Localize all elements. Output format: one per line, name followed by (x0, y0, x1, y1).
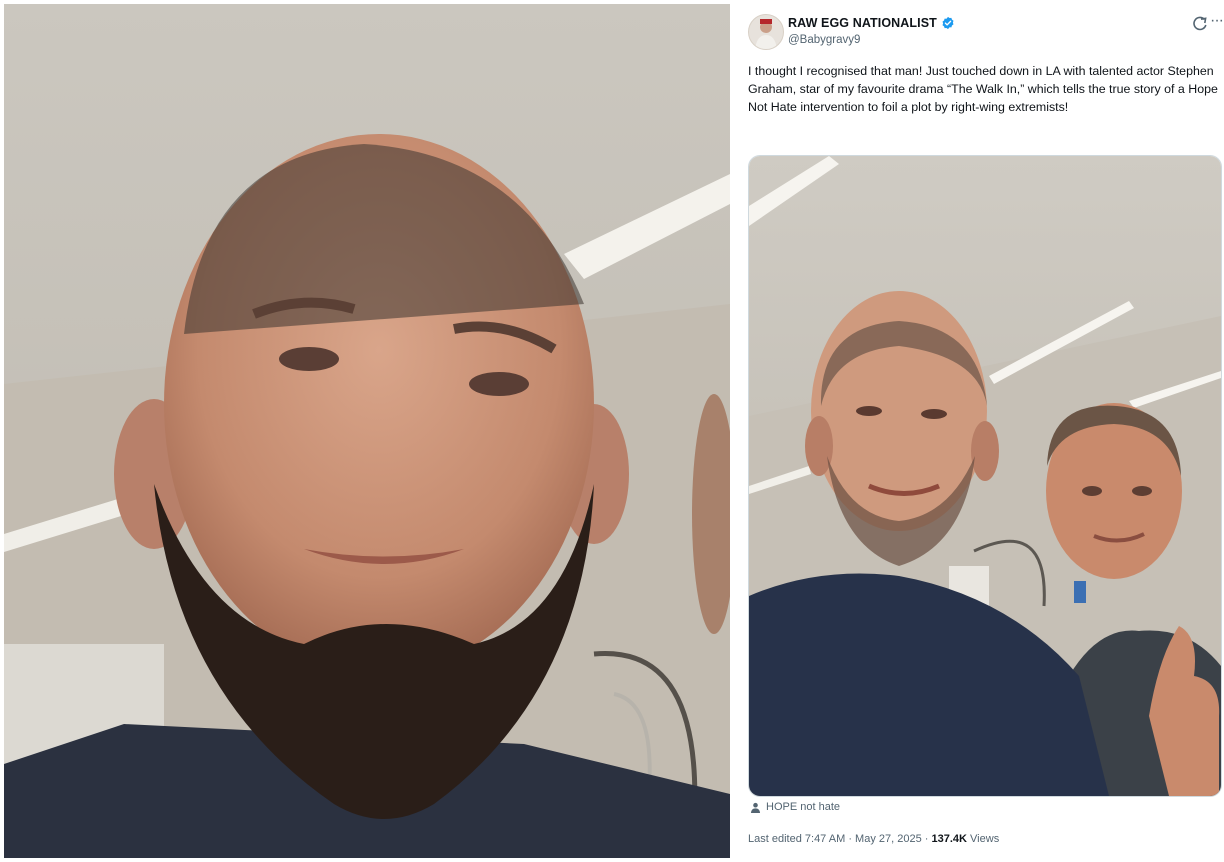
edited-label[interactable]: Last edited (748, 833, 802, 845)
selfie-with-actor-photo (749, 156, 1221, 796)
tweet-text: I thought I recognised that man! Just to… (748, 64, 1218, 114)
tweet-meta: Last edited 7:47 AM · May 27, 2025 · 137… (748, 833, 999, 845)
left-photo (4, 4, 730, 858)
media-credit-label: HOPE not hate (766, 801, 840, 813)
views-label: Views (970, 833, 1000, 845)
post-time[interactable]: 7:47 AM (805, 833, 845, 845)
views-count: 137.4K (931, 833, 967, 845)
bearded-man-photo (4, 4, 730, 858)
author-name-row: RAW EGG NATIONALIST (788, 16, 955, 30)
post-date[interactable]: May 27, 2025 (855, 833, 922, 845)
display-name[interactable]: RAW EGG NATIONALIST (788, 16, 937, 30)
avatar[interactable] (748, 14, 784, 50)
grok-icon[interactable] (1192, 16, 1208, 32)
tweet-media-photo[interactable] (748, 155, 1222, 797)
tweet-card: RAW EGG NATIONALIST @Babygravy9 ··· I th… (738, 0, 1224, 862)
media-credit[interactable]: HOPE not hate (750, 801, 840, 813)
verified-badge-icon (942, 16, 954, 30)
person-icon (750, 802, 761, 813)
more-options-icon[interactable]: ··· (1210, 12, 1224, 30)
separator: · (848, 833, 852, 845)
separator: · (924, 833, 929, 845)
handle[interactable]: @Babygravy9 (788, 34, 860, 46)
